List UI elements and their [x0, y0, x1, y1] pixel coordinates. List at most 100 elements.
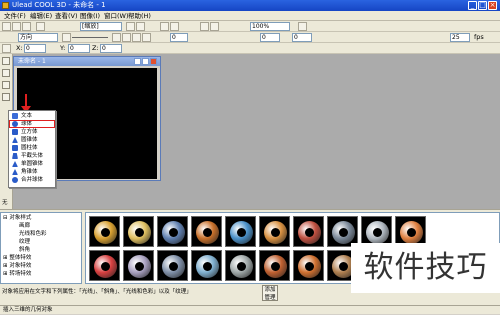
menu-edit[interactable]: 编辑(E) — [30, 11, 52, 21]
doc-close-button[interactable] — [150, 58, 157, 65]
style-thumbnail[interactable] — [191, 216, 222, 247]
doc-maximize-button[interactable] — [142, 58, 149, 65]
remove-keyframe-icon[interactable] — [142, 33, 151, 42]
menu-item-cube[interactable]: 立方体 — [9, 128, 55, 136]
open-file-icon[interactable] — [12, 22, 21, 31]
info-text: 对象将应用在文字和下列属性：「光线」、「斜角」、「光线和色彩」以及「纹理」 — [2, 289, 192, 295]
menu-item-cylinder[interactable]: 圆柱体 — [9, 144, 55, 152]
bold-icon[interactable] — [126, 22, 135, 31]
close-button[interactable]: × — [488, 1, 497, 10]
tree-item-object-style[interactable]: ⊟ 对象样式 — [3, 214, 31, 222]
play-icon[interactable] — [210, 22, 219, 31]
cone-icon — [12, 137, 18, 143]
x-field[interactable]: 0 — [24, 44, 46, 53]
effects-tree: ⊟ 对象样式 画廊 光线和色彩 纹理 斜角 ⊞ 整体特效 ⊞ 对象特效 ⊞ 转场… — [0, 212, 82, 284]
fps-field[interactable]: 25 — [450, 33, 470, 42]
frame-icon[interactable] — [200, 22, 209, 31]
maximize-button[interactable]: □ — [478, 1, 487, 10]
zoom-select[interactable]: 100% — [250, 22, 290, 31]
cylinder-icon — [12, 145, 18, 151]
menu-item-cone[interactable]: 圆锥体 — [9, 136, 55, 144]
new-file-icon[interactable] — [2, 22, 11, 31]
style-thumbnail[interactable] — [191, 250, 222, 281]
style-thumbnail[interactable] — [157, 250, 188, 281]
watermark: 软件技巧 — [351, 243, 500, 293]
add-button[interactable]: 添加 管理 — [262, 285, 278, 301]
move-object-icon[interactable] — [2, 57, 10, 65]
sphere-icon — [12, 121, 18, 127]
style-thumbnail[interactable] — [225, 250, 256, 281]
window-titlebar: Ulead COOL 3D - 未命名 - 1 _ □ × — [0, 0, 500, 11]
menu-item-frustum[interactable]: 平截头体 — [9, 152, 55, 160]
tree-item-light-color[interactable]: 光线和色彩 — [19, 230, 47, 238]
insert-text-icon[interactable] — [160, 22, 169, 31]
style-thumbnail[interactable] — [89, 216, 120, 247]
resize-object-icon[interactable] — [2, 81, 10, 89]
z-field[interactable]: 0 — [100, 44, 122, 53]
style-thumbnail[interactable] — [123, 250, 154, 281]
add-keyframe-icon[interactable] — [132, 33, 141, 42]
tree-item-object-effects[interactable]: ⊞ 对象特效 — [3, 262, 31, 270]
menu-item-pyramid[interactable]: 角锥体 — [9, 168, 55, 176]
tree-item-global-effects[interactable]: ⊞ 整体特效 — [3, 254, 31, 262]
window-title: Ulead COOL 3D - 未命名 - 1 — [12, 1, 106, 9]
single-cone-icon — [12, 161, 18, 167]
font-selector[interactable]: [缩放] — [80, 22, 122, 31]
style-thumbnail[interactable] — [157, 216, 188, 247]
app-icon — [2, 2, 9, 9]
animation-toolbar: 方向 0 0 0 25 fps — [0, 32, 500, 43]
style-thumbnail[interactable] — [123, 216, 154, 247]
menu-item-sphere[interactable]: 球体 — [9, 120, 55, 128]
left-hint-label: 无 — [2, 200, 8, 206]
object-manager-icon[interactable] — [298, 22, 307, 31]
tree-item-texture[interactable]: 纹理 — [19, 238, 30, 246]
rotate-object-icon[interactable] — [2, 69, 10, 77]
style-thumbnail[interactable] — [259, 250, 290, 281]
style-thumbnail[interactable] — [225, 216, 256, 247]
menu-window[interactable]: 窗口(W) — [104, 11, 129, 21]
first-frame-icon[interactable] — [62, 33, 71, 42]
standard-toolbar: [缩放] 100% — [0, 21, 500, 32]
cube-icon — [12, 129, 18, 135]
frame-count-field[interactable]: 0 — [260, 33, 280, 42]
minimize-button[interactable]: _ — [468, 1, 477, 10]
y-field[interactable]: 0 — [68, 44, 90, 53]
pyramid-icon — [12, 169, 18, 175]
menu-view[interactable]: 查看(V) — [55, 11, 78, 21]
menu-item-merge-sphere[interactable]: 合并球体 — [9, 176, 55, 184]
tree-item-transition-effects[interactable]: ⊞ 转场特效 — [3, 270, 31, 278]
geometry-object-icon[interactable] — [2, 93, 10, 101]
merge-sphere-icon — [12, 177, 18, 183]
direction-select[interactable]: 方向 — [18, 33, 58, 42]
menu-help[interactable]: 帮助(H) — [128, 11, 151, 21]
doc-minimize-button[interactable] — [134, 58, 141, 65]
menu-item-text[interactable]: 文本 — [9, 112, 55, 120]
y-label: Y: — [60, 44, 66, 52]
menu-item-single-cone[interactable]: 单圆锥体 — [9, 160, 55, 168]
style-thumbnail[interactable] — [293, 216, 324, 247]
tree-item-gallery[interactable]: 画廊 — [19, 222, 30, 230]
style-thumbnail[interactable] — [89, 250, 120, 281]
frustum-icon — [12, 153, 18, 159]
undo-icon[interactable] — [36, 22, 45, 31]
menu-image[interactable]: 图像(I) — [80, 11, 100, 21]
italic-icon[interactable] — [136, 22, 145, 31]
save-icon[interactable] — [22, 22, 31, 31]
duration-field[interactable]: 0 — [292, 33, 312, 42]
z-label: Z: — [92, 44, 99, 52]
tree-item-bevel[interactable]: 斜角 — [19, 246, 30, 254]
menubar: 文件(F) 编辑(E) 查看(V) 图像(I) 窗口(W) 帮助(H) — [0, 11, 500, 21]
timeline-slider[interactable] — [72, 37, 108, 38]
document-title: 未命名 - 1 — [18, 58, 46, 65]
loop-icon[interactable] — [122, 33, 131, 42]
status-bar: 插入三维的几何对象 — [0, 305, 500, 314]
style-thumbnail[interactable] — [259, 216, 290, 247]
x-label: X: — [16, 44, 23, 52]
menu-file[interactable]: 文件(F) — [4, 11, 26, 21]
play-animation-icon[interactable] — [112, 33, 121, 42]
edit-text-icon[interactable] — [170, 22, 179, 31]
text-icon — [12, 113, 18, 119]
position-icon[interactable] — [2, 44, 11, 53]
frame-field[interactable]: 0 — [170, 33, 188, 42]
style-thumbnail[interactable] — [293, 250, 324, 281]
